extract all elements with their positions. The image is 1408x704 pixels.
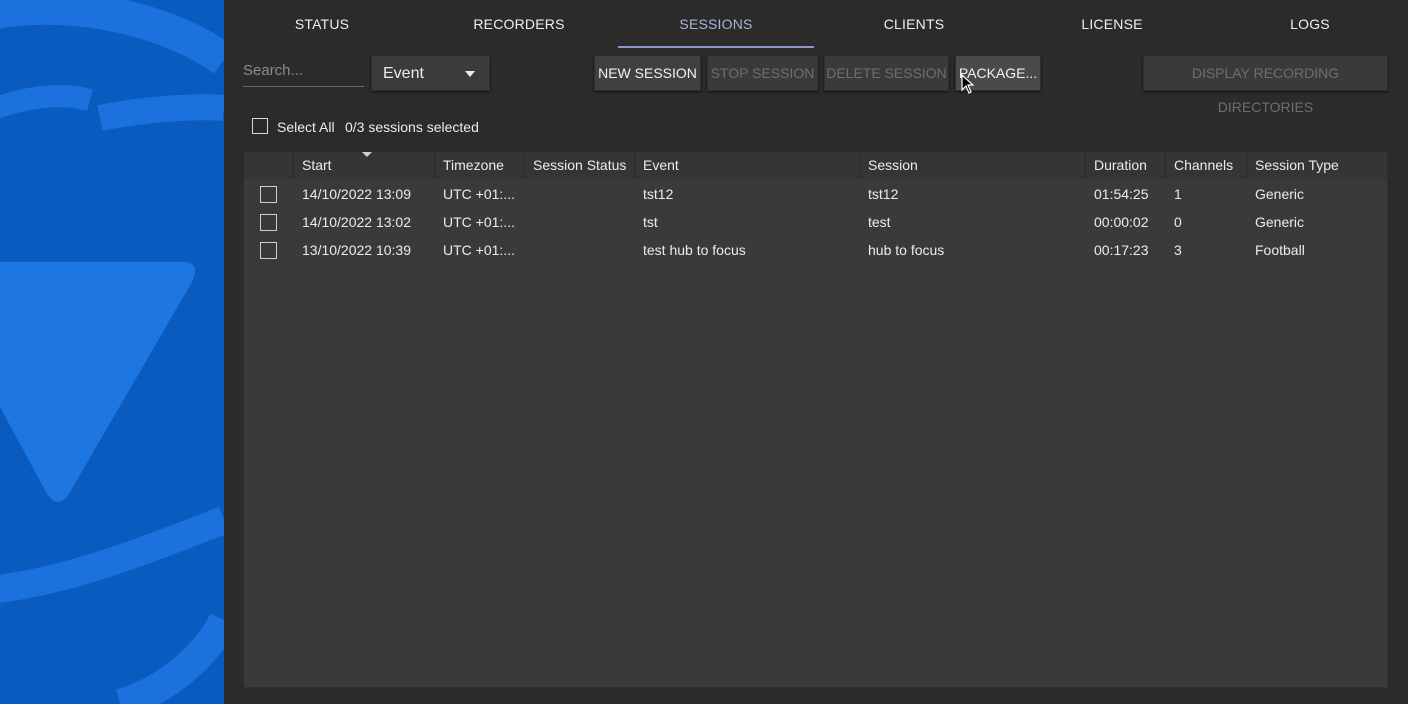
cell-start: 14/10/2022 13:09 bbox=[302, 186, 411, 202]
column-header-label: Start bbox=[302, 157, 332, 173]
cell-event: tst12 bbox=[643, 186, 674, 202]
select-all-checkbox[interactable] bbox=[252, 118, 268, 134]
row-checkbox[interactable] bbox=[260, 242, 277, 259]
cell-start: 14/10/2022 13:02 bbox=[302, 214, 411, 230]
table-row[interactable]: 14/10/2022 13:09 UTC +01:... tst12 tst12… bbox=[244, 180, 1387, 208]
cell-channels: 0 bbox=[1174, 214, 1182, 230]
new-session-button[interactable]: NEW SESSION bbox=[594, 55, 701, 91]
cell-session-type: Football bbox=[1255, 242, 1305, 258]
column-header-duration[interactable]: Duration bbox=[1086, 152, 1166, 179]
cell-duration: 00:17:23 bbox=[1094, 242, 1149, 258]
cell-event: tst bbox=[643, 214, 658, 230]
cell-session: hub to focus bbox=[868, 242, 945, 258]
selection-count: 0/3 sessions selected bbox=[345, 119, 479, 135]
tab-bar: STATUS RECORDERS SESSIONS CLIENTS LICENS… bbox=[224, 0, 1408, 48]
cell-session-status bbox=[525, 208, 635, 236]
search-input[interactable] bbox=[243, 56, 364, 84]
cell-start: 13/10/2022 10:39 bbox=[302, 242, 411, 258]
checkbox-column-header[interactable] bbox=[244, 152, 294, 179]
cell-duration: 00:00:02 bbox=[1094, 214, 1149, 230]
table-header: Start Timezone Session Status Event Sess… bbox=[244, 152, 1387, 179]
column-header-session-status[interactable]: Session Status bbox=[525, 152, 635, 179]
tab-clients[interactable]: CLIENTS bbox=[816, 0, 1012, 48]
column-header-event[interactable]: Event bbox=[635, 152, 860, 179]
cell-channels: 3 bbox=[1174, 242, 1182, 258]
sort-indicator-icon bbox=[362, 152, 372, 157]
column-header-session[interactable]: Session bbox=[860, 152, 1086, 179]
table-row[interactable]: 13/10/2022 10:39 UTC +01:... test hub to… bbox=[244, 236, 1387, 264]
chevron-down-icon bbox=[465, 71, 475, 77]
cell-event: test hub to focus bbox=[643, 242, 746, 258]
cell-timezone: UTC +01:... bbox=[443, 214, 515, 230]
stop-session-button[interactable]: STOP SESSION bbox=[707, 55, 818, 91]
tab-sessions[interactable]: SESSIONS bbox=[618, 0, 814, 48]
column-header-session-type[interactable]: Session Type bbox=[1247, 152, 1387, 179]
display-recording-directories-button[interactable]: DISPLAY RECORDING DIRECTORIES bbox=[1143, 55, 1388, 115]
cell-duration: 01:54:25 bbox=[1094, 186, 1149, 202]
cell-timezone: UTC +01:... bbox=[443, 186, 515, 202]
filter-dropdown[interactable]: Event bbox=[371, 55, 490, 91]
row-checkbox[interactable] bbox=[260, 214, 277, 231]
tab-recorders[interactable]: RECORDERS bbox=[422, 0, 616, 48]
brand-logo-graphic bbox=[0, 0, 224, 704]
cell-timezone: UTC +01:... bbox=[443, 242, 515, 258]
brand-logo-panel bbox=[0, 0, 224, 704]
cell-session-status bbox=[525, 236, 635, 264]
row-checkbox[interactable] bbox=[260, 186, 277, 203]
table-row[interactable]: 14/10/2022 13:02 UTC +01:... tst test 00… bbox=[244, 208, 1387, 236]
filter-dropdown-value: Event bbox=[383, 65, 424, 82]
cell-session-status bbox=[525, 180, 635, 208]
cell-session-type: Generic bbox=[1255, 214, 1305, 230]
cell-channels: 1 bbox=[1174, 186, 1182, 202]
tab-logs[interactable]: LOGS bbox=[1212, 0, 1408, 48]
cell-session: test bbox=[868, 214, 891, 230]
cell-session-type: Generic bbox=[1255, 186, 1305, 202]
sessions-table: Start Timezone Session Status Event Sess… bbox=[243, 151, 1388, 688]
select-all-label: Select All bbox=[277, 119, 335, 135]
column-header-timezone[interactable]: Timezone bbox=[435, 152, 525, 179]
cell-session: tst12 bbox=[868, 186, 899, 202]
search-field bbox=[243, 56, 364, 87]
tab-license[interactable]: LICENSE bbox=[1014, 0, 1210, 48]
column-header-channels[interactable]: Channels bbox=[1166, 152, 1247, 179]
main-area: STATUS RECORDERS SESSIONS CLIENTS LICENS… bbox=[224, 0, 1408, 704]
tab-status[interactable]: STATUS bbox=[224, 0, 420, 48]
delete-session-button[interactable]: DELETE SESSION bbox=[824, 55, 949, 91]
mouse-pointer-icon bbox=[961, 74, 975, 94]
